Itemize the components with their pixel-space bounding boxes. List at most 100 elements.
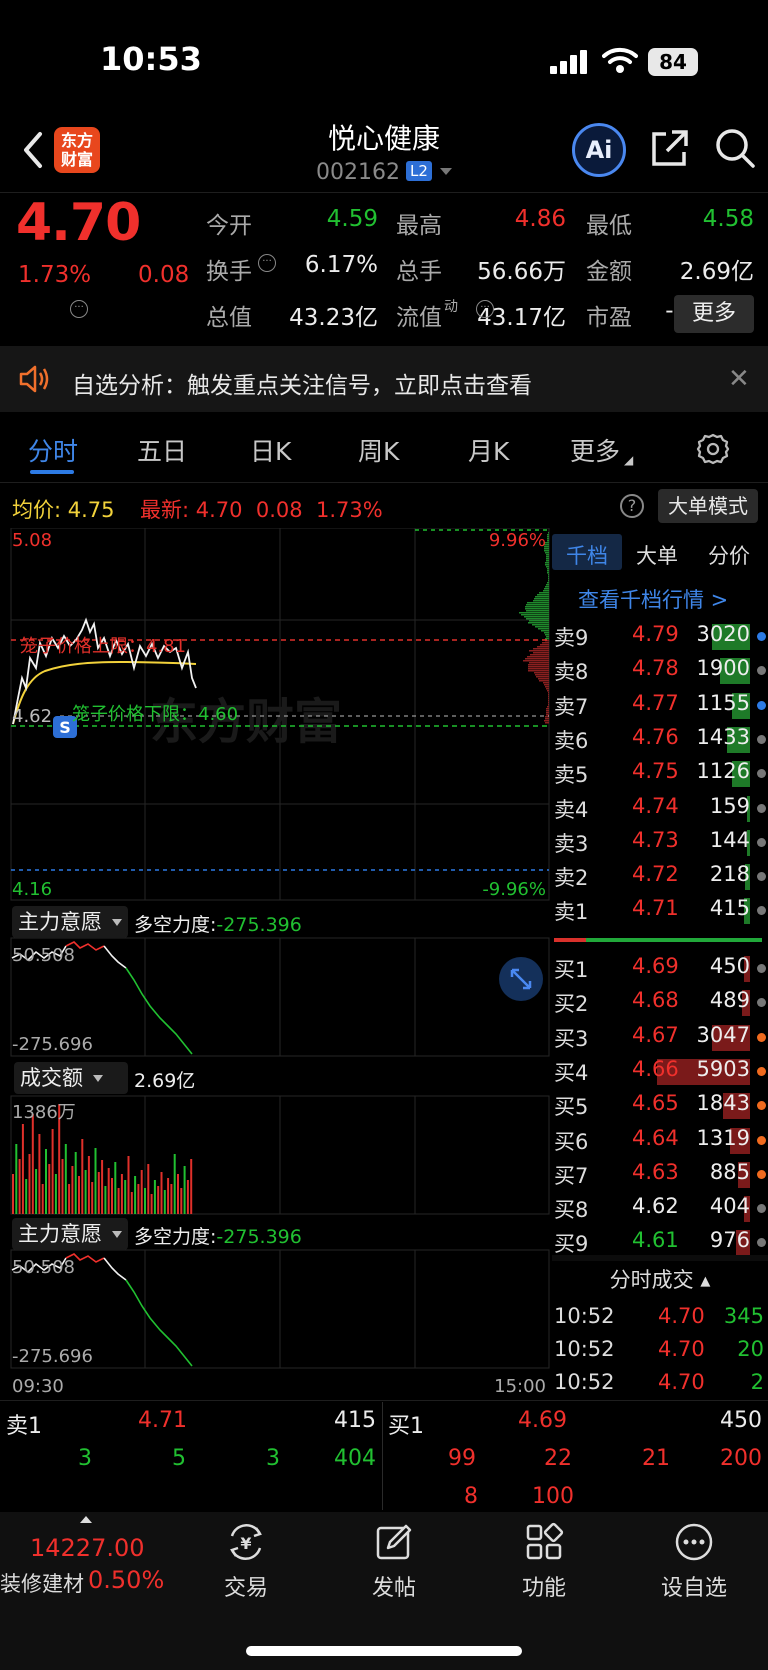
info-icon[interactable]: ··· (70, 300, 88, 318)
depth-bar (548, 578, 549, 580)
tab-weekly-k[interactable]: 周K (358, 432, 399, 468)
sector-pct[interactable]: 0.50% (88, 1566, 164, 1594)
depth-bar (527, 602, 549, 604)
ask-row[interactable]: 卖1 4.71 415 (554, 896, 766, 930)
nav-functions[interactable]: 功能 (484, 1522, 604, 1602)
ai-button[interactable]: Ai (572, 123, 626, 177)
depth-bar (545, 686, 549, 688)
share-icon[interactable] (650, 128, 690, 168)
depth-bar (529, 662, 549, 664)
bid-row[interactable]: 买3 4.67 3047 (554, 1023, 766, 1057)
ask-row[interactable]: 卖2 4.72 218 (554, 862, 766, 896)
abs-change: 0.08 (138, 262, 190, 288)
volume-bar (137, 1184, 140, 1214)
depth-bar (546, 584, 549, 586)
chevron-down-icon (93, 1075, 103, 1082)
order-flag-dot (757, 632, 766, 641)
ask-row[interactable]: 卖9 4.79 3020 (554, 622, 766, 656)
intraday-chart[interactable]: 东方财富 S 5.08 9.96% 笼子价格上限：4.81 4.62 笼子价格下… (0, 528, 552, 1398)
panel1-top-label: 50.508 (12, 945, 75, 966)
bid-row[interactable]: 买8 4.62 404 (554, 1194, 766, 1228)
ask-row[interactable]: 卖4 4.74 159 (554, 794, 766, 828)
bid-row[interactable]: 买6 4.64 1319 (554, 1126, 766, 1160)
info-icon[interactable]: ··· (476, 300, 494, 318)
volume-bar (150, 1194, 153, 1214)
home-indicator (246, 1646, 522, 1656)
tab-more[interactable]: 更多 ◢ (570, 432, 633, 468)
ask-row[interactable]: 卖5 4.75 1126 (554, 759, 766, 793)
ask-row[interactable]: 卖7 4.77 1155 (554, 691, 766, 725)
depth-bar (529, 620, 549, 622)
bid-row[interactable]: 买5 4.65 1843 (554, 1091, 766, 1125)
depth-bar (545, 722, 549, 724)
tab-five-day[interactable]: 五日 (137, 432, 187, 468)
volume-bar (87, 1156, 90, 1214)
panel3-selector[interactable]: 主力意愿 (12, 1218, 128, 1250)
quote-field-value: 4.58 (702, 206, 754, 232)
expand-icon[interactable] (498, 956, 544, 1002)
ask-volume: 144 (709, 827, 750, 852)
ask-row[interactable]: 卖6 4.76 1433 (554, 725, 766, 759)
volume-bar (18, 1159, 21, 1214)
ask-level-label: 卖6 (554, 728, 589, 753)
volume-bar (54, 1174, 57, 1214)
big-order-mode-button[interactable]: 大单模式 (658, 489, 758, 523)
search-icon[interactable] (714, 127, 756, 169)
view-depth-link[interactable]: 查看千档行情 > (578, 584, 728, 614)
help-icon[interactable]: ? (620, 494, 644, 518)
ask-row[interactable]: 卖8 4.78 1900 (554, 656, 766, 690)
volume-bar (167, 1178, 170, 1214)
bid-row[interactable]: 买1 4.69 450 (554, 954, 766, 988)
book-tab-depth[interactable]: 千档 (566, 540, 608, 570)
ask-volume: 159 (709, 793, 750, 818)
order-flag-dot (757, 1238, 766, 1248)
bid-row[interactable]: 买7 4.63 885 (554, 1160, 766, 1194)
book-tab-big-orders[interactable]: 大单 (636, 540, 678, 570)
bid-row[interactable]: 买4 4.66 5903 (554, 1057, 766, 1091)
quote-field-label: 最低 (586, 213, 632, 239)
book-tab-price-dist[interactable]: 分价 (708, 540, 750, 570)
nav-post[interactable]: 发帖 (334, 1522, 454, 1602)
nav-trade[interactable]: ¥ 交易 (186, 1522, 306, 1602)
depth-bar (524, 616, 549, 618)
panel3-metric: 多空力度:-275.396 (134, 1222, 302, 1249)
chevron-down-icon (112, 1231, 122, 1238)
index-value[interactable]: 14227.00 (30, 1534, 145, 1562)
depth-bar (546, 708, 549, 710)
info-icon[interactable]: ··· (258, 254, 276, 272)
caret-up-icon[interactable] (80, 1516, 92, 1523)
panel3-metric-label: 多空力度: (134, 1226, 217, 1248)
panel2-selector[interactable]: 成交额 (14, 1062, 128, 1094)
bid-price: 4.65 (632, 1091, 679, 1116)
volume-bar (41, 1184, 44, 1214)
panel2-name: 成交额 (20, 1066, 83, 1090)
bid-row[interactable]: 买2 4.68 489 (554, 988, 766, 1022)
panel1-selector[interactable]: 主力意愿 (12, 906, 128, 938)
ask-level-label: 卖5 (554, 763, 589, 788)
quote-field-value: 43.23亿 (289, 305, 378, 331)
ask-price: 4.76 (632, 724, 679, 749)
depth-bar (547, 690, 549, 692)
gear-icon[interactable] (696, 432, 730, 466)
tab-daily-k[interactable]: 日K (250, 432, 291, 468)
panel1-line-green (125, 967, 193, 1055)
ticks-header[interactable]: 分时成交 ▲ (552, 1262, 768, 1298)
close-icon[interactable]: ✕ (728, 364, 750, 394)
nav-add-watchlist[interactable]: 设自选 (634, 1522, 754, 1602)
sector-name[interactable]: 装修建材 (0, 1568, 84, 1598)
latest-price-value: 4.70 (195, 498, 243, 522)
depth-bar (536, 676, 549, 678)
bid-price: 4.62 (632, 1194, 679, 1219)
bid-level-label: 买3 (554, 1026, 589, 1051)
tab-intraday[interactable]: 分时 (28, 432, 78, 468)
volume-bar (12, 1174, 14, 1214)
tick-volume: 20 (737, 1337, 764, 1361)
cage-lower-label: 笼子价格下限：4.60 (72, 704, 238, 725)
depth-bar (548, 532, 549, 534)
ask-row[interactable]: 卖3 4.73 144 (554, 828, 766, 862)
depth-bar (547, 706, 549, 708)
more-button[interactable]: 更多 (674, 295, 754, 333)
tab-monthly-k[interactable]: 月K (468, 432, 509, 468)
cage-upper-label: 笼子价格上限：4.81 (20, 636, 186, 657)
depth-bar (526, 604, 549, 606)
